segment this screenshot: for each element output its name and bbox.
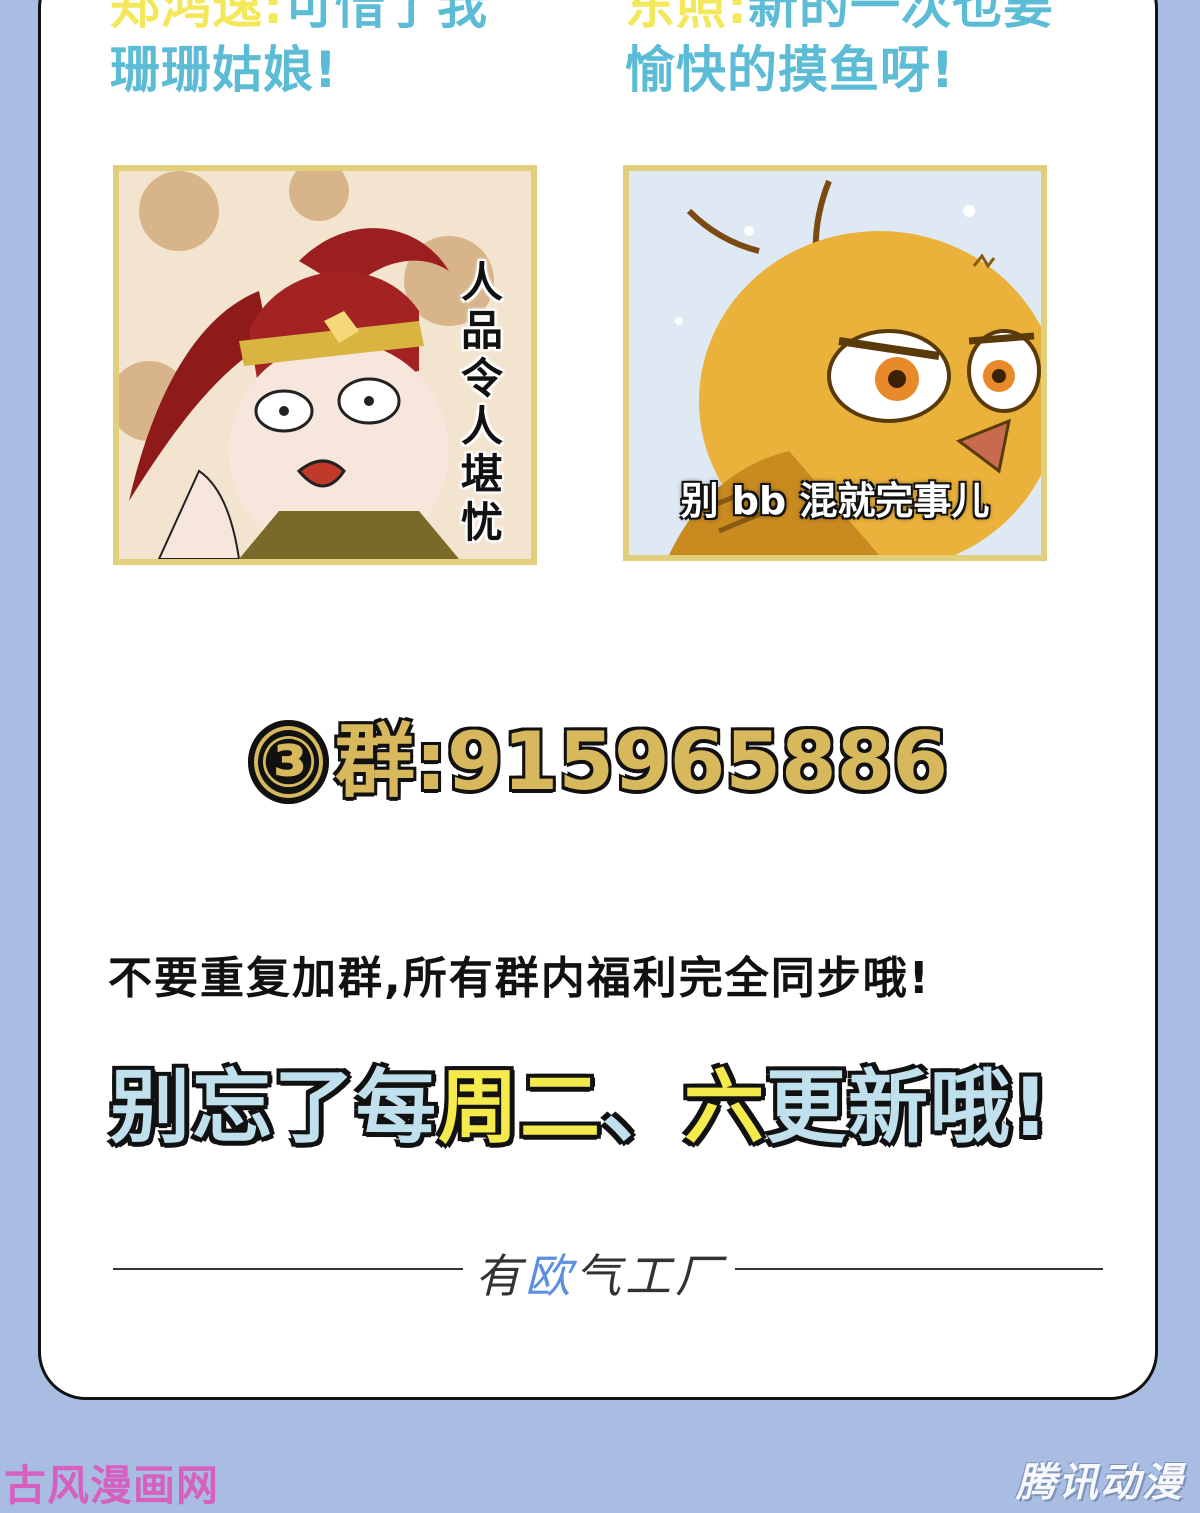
intro-left-text-bottom: 珊珊姑娘! xyxy=(110,41,338,99)
reminder-part-5: 更新哦! xyxy=(766,1061,1051,1154)
intro-left-speaker: 郑鸿逸: xyxy=(110,0,284,35)
panel-left-caption: 人品令人堪忧 xyxy=(460,258,503,547)
intro-right-text-top: 新的一次也要 xyxy=(748,0,1054,35)
comic-panel-left: 人品令人堪忧 xyxy=(113,165,537,565)
update-reminder: 别忘了每周二、六更新哦! xyxy=(110,1058,1110,1158)
intro-right: 东照:新的一次也要 愉快的摸鱼呀! xyxy=(625,0,1125,102)
comic-panel-right: 别 bb 混就完事儿 xyxy=(623,165,1047,561)
reminder-part-3: 、 xyxy=(602,1061,684,1154)
group-label: 群: xyxy=(335,715,448,808)
footer-brand-logo: 有欧气工厂 xyxy=(470,1240,730,1306)
reminder-part-1: 别忘了每 xyxy=(110,1061,438,1154)
intro-right-speaker: 东照: xyxy=(625,0,748,35)
intro-right-text-bottom: 愉快的摸鱼呀! xyxy=(625,41,955,99)
reminder-day-2: 六 xyxy=(684,1061,766,1154)
brand-part-b: 气工厂 xyxy=(575,1249,725,1303)
footer-divider-right xyxy=(735,1268,1103,1270)
brand-part-x: 欧 xyxy=(525,1249,575,1303)
watermark-right: 腾讯动漫 xyxy=(1016,1460,1184,1506)
reminder-day-1: 周二 xyxy=(438,1061,602,1154)
group-id: 915965886 xyxy=(447,715,948,808)
group-number-line: ③ 群: 915965886 xyxy=(248,712,948,812)
brand-part-a: 有 xyxy=(475,1249,525,1303)
footer-divider-left xyxy=(113,1268,463,1270)
notice-text: 不要重复加群,所有群内福利完全同步哦! xyxy=(108,953,931,1004)
intro-left: 郑鸿逸:可惜了我 珊珊姑娘! xyxy=(110,0,570,102)
panel-right-caption: 别 bb 混就完事儿 xyxy=(680,479,990,523)
circled-number-badge: ③ xyxy=(248,720,330,804)
intro-left-text-top: 可惜了我 xyxy=(284,0,488,35)
